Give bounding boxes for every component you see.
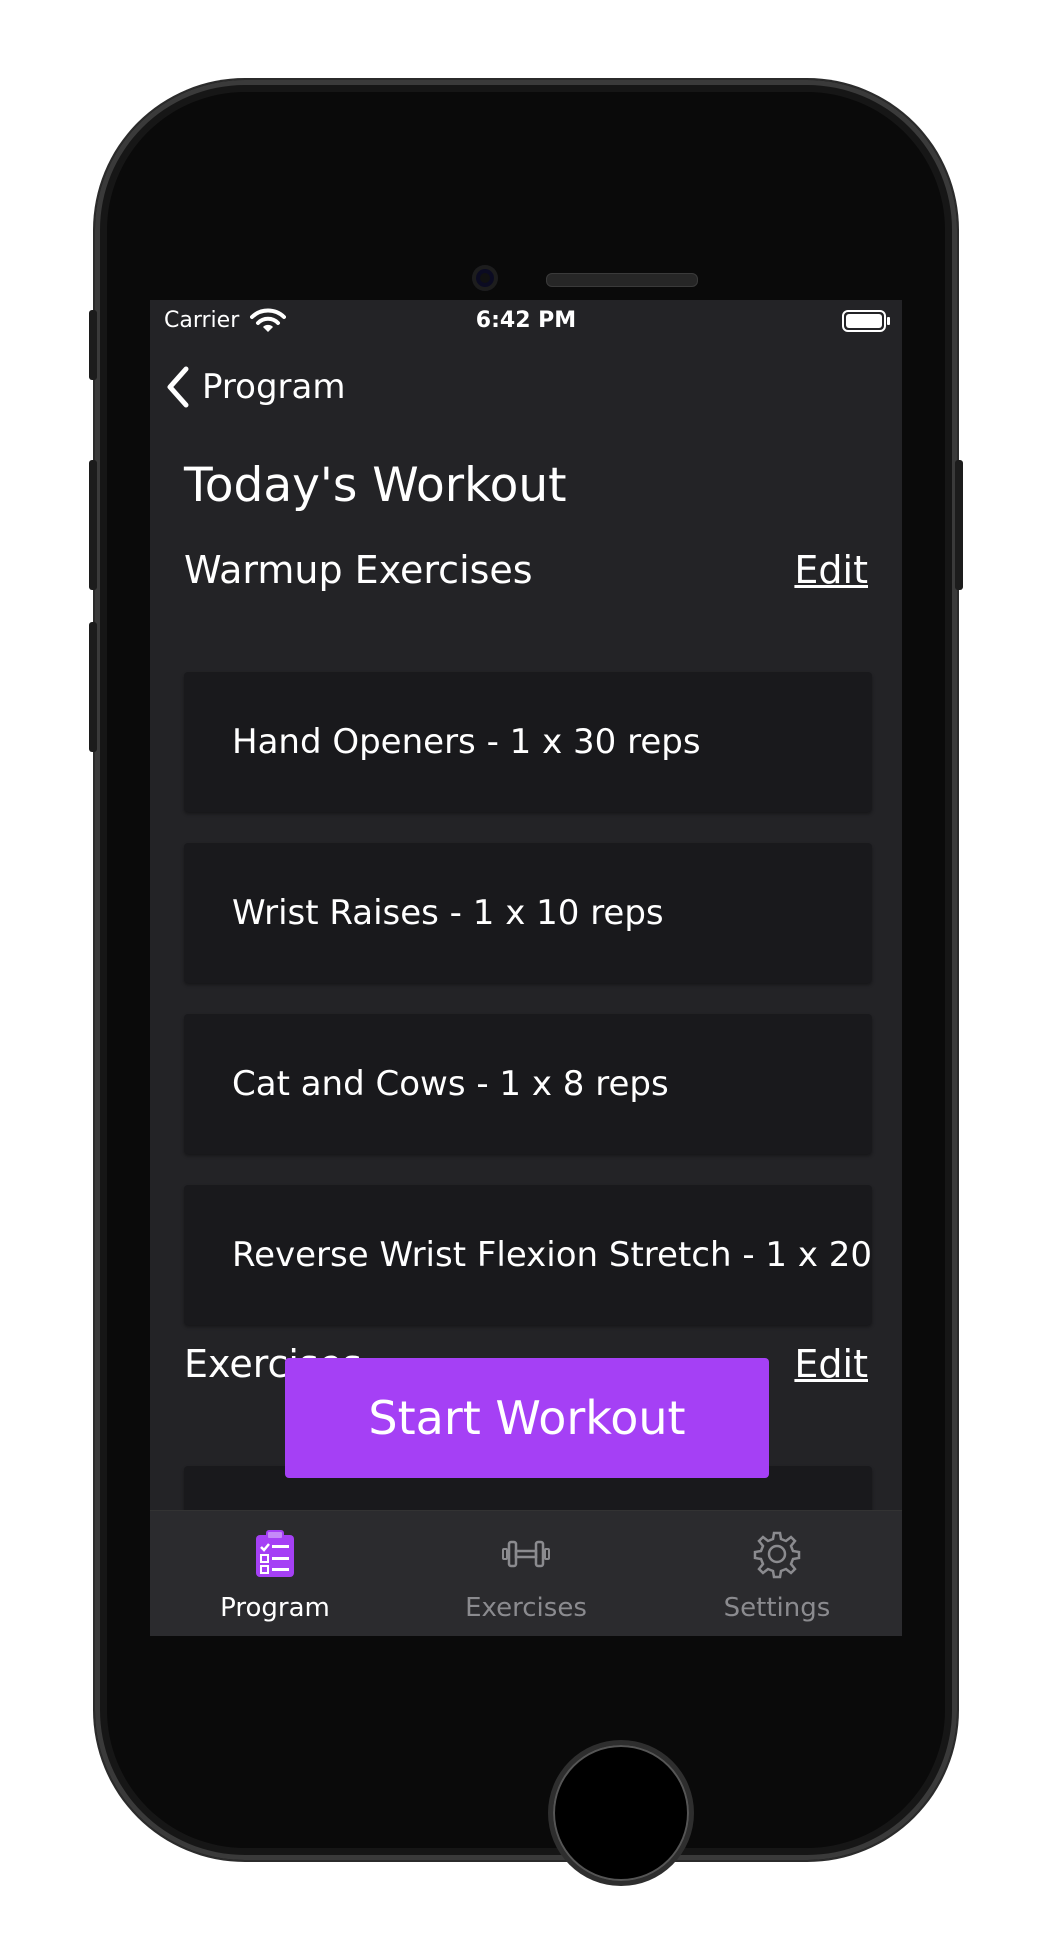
- back-label: Program: [202, 367, 346, 407]
- volume-up-button: [89, 460, 97, 590]
- warmup-section-title: Warmup Exercises: [184, 548, 533, 592]
- tab-label: Exercises: [465, 1593, 587, 1623]
- exercise-label: Wrist Raises - 1 x 10 reps: [232, 893, 664, 933]
- tab-settings[interactable]: Settings: [652, 1511, 902, 1636]
- volume-down-button: [89, 622, 97, 752]
- exercise-label: Hand Openers - 1 x 30 reps: [232, 722, 701, 762]
- power-button: [955, 460, 963, 590]
- warmup-exercise-card[interactable]: Cat and Cows - 1 x 8 reps: [184, 1014, 872, 1154]
- tab-bar: Program Exercises Settings: [150, 1510, 902, 1636]
- home-button[interactable]: [553, 1745, 689, 1881]
- tab-exercises[interactable]: Exercises: [401, 1511, 651, 1636]
- earpiece-speaker: [546, 273, 698, 287]
- app-screen: Carrier 6:42 PM Program Today's Workout …: [150, 300, 902, 1636]
- dumbbell-icon: [502, 1540, 550, 1568]
- warmup-exercise-card[interactable]: Wrist Raises - 1 x 10 reps: [184, 843, 872, 983]
- clipboard-checklist-icon: [256, 1530, 294, 1577]
- tab-program[interactable]: Program: [150, 1511, 400, 1636]
- tab-label: Program: [220, 1593, 330, 1623]
- tab-label: Settings: [723, 1593, 831, 1623]
- exercise-label: Reverse Wrist Flexion Stretch - 1 x 20s: [232, 1235, 872, 1275]
- mute-switch: [89, 310, 97, 380]
- gear-icon: [753, 1531, 801, 1579]
- exercise-label: Cat and Cows - 1 x 8 reps: [232, 1064, 669, 1104]
- warmup-edit-link[interactable]: Edit: [794, 548, 868, 592]
- chevron-left-icon: [167, 366, 189, 408]
- front-camera: [472, 265, 498, 291]
- exercises-edit-link[interactable]: Edit: [794, 1342, 868, 1386]
- battery-icon: [842, 310, 890, 332]
- warmup-exercise-card[interactable]: Hand Openers - 1 x 30 reps: [184, 672, 872, 812]
- warmup-exercise-card[interactable]: Reverse Wrist Flexion Stretch - 1 x 20s: [184, 1185, 872, 1325]
- start-workout-button[interactable]: Start Workout: [285, 1358, 769, 1478]
- status-bar: Carrier 6:42 PM: [150, 300, 902, 344]
- page-title: Today's Workout: [184, 458, 567, 513]
- status-time: 6:42 PM: [475, 308, 577, 333]
- back-button[interactable]: Program: [164, 362, 345, 412]
